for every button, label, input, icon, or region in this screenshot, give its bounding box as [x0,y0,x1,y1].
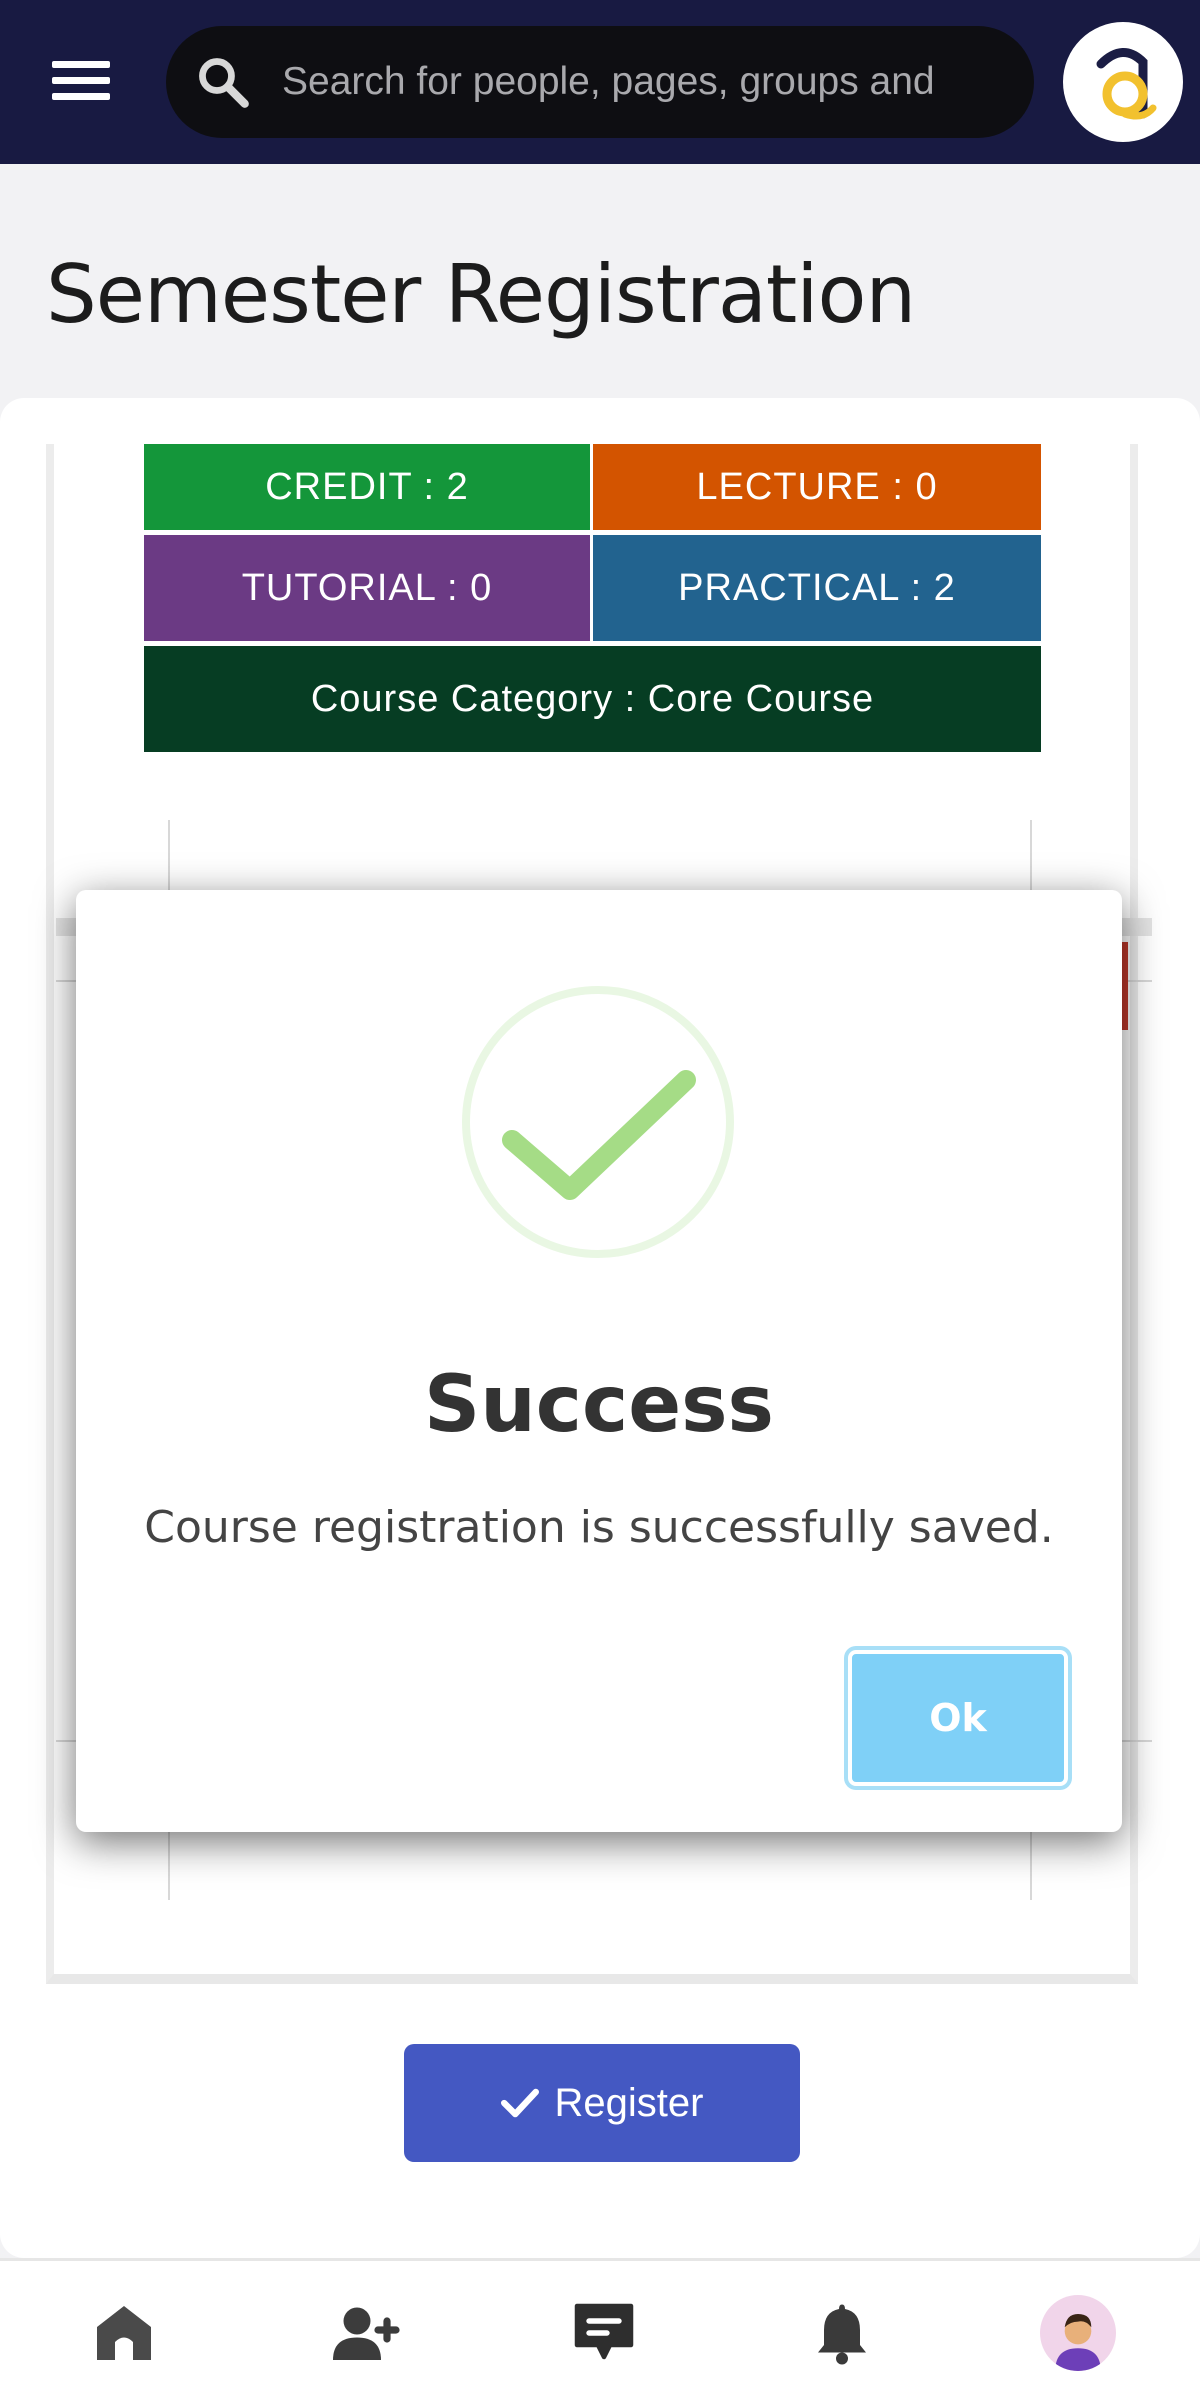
dialog-title: Success [424,1360,774,1450]
dialog-message: Course registration is successfully save… [144,1502,1054,1553]
modal-overlay: Success Course registration is successfu… [0,0,1200,2398]
success-check-icon [502,1070,696,1200]
ok-button[interactable]: Ok [848,1650,1068,1786]
success-dialog: Success Course registration is successfu… [76,890,1122,1832]
